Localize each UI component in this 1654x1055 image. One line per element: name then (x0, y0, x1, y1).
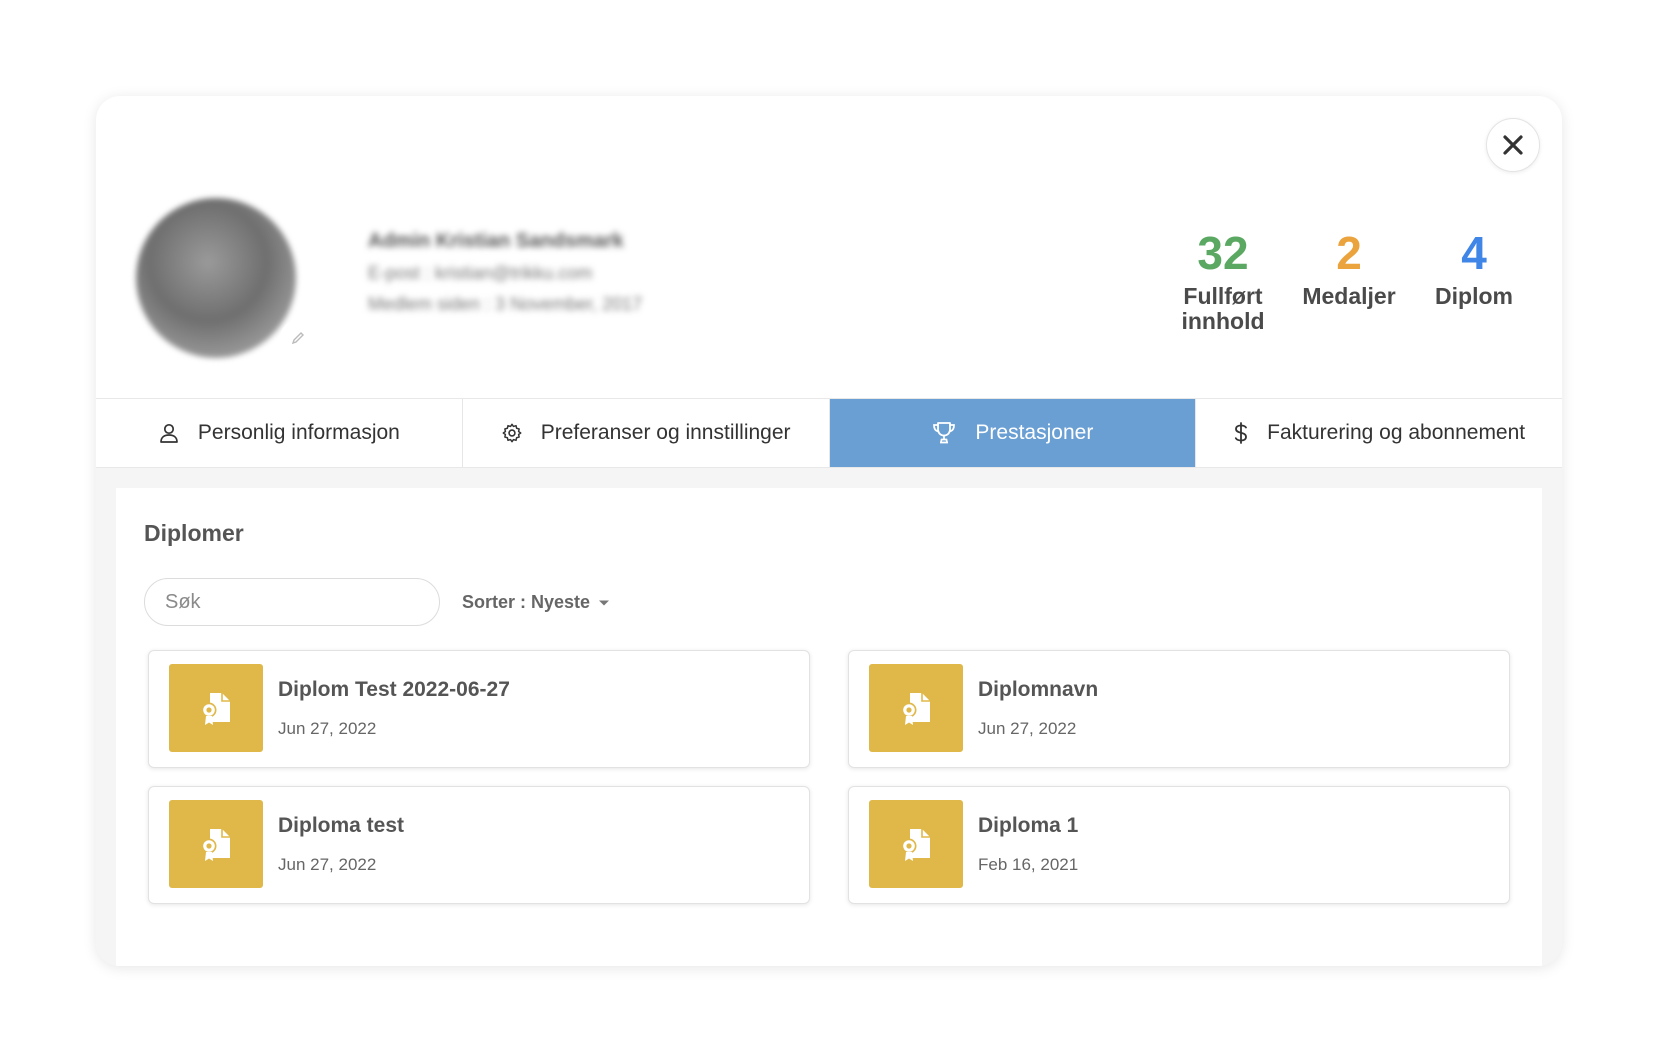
certificate-icon (201, 829, 230, 861)
stat-completed-content: 32 Fullført innhold (1176, 226, 1270, 334)
diploma-thumbnail (869, 800, 963, 888)
sort-label: Sorter : Nyeste (462, 592, 591, 612)
achievements-panel: Diplomer Sorter : Nyeste (96, 468, 1562, 966)
user-name-redacted: Admin Kristian Sandsmark (368, 230, 624, 252)
stat-label: Fullført innhold (1181, 283, 1265, 334)
avatar (136, 198, 296, 358)
profile-modal: Admin Kristian Sandsmark E-post : kristi… (96, 96, 1562, 966)
search-box (144, 578, 440, 626)
diploma-name: Diplom Test 2022-06-27 (278, 678, 510, 701)
diploma-thumbnail (869, 664, 963, 752)
diploma-thumbnail (169, 800, 263, 888)
user-email-redacted: E-post : kristian@trikku.com (368, 263, 593, 283)
tab-preferences[interactable]: Preferanser og innstillinger (462, 399, 830, 467)
diploma-thumbnail (169, 664, 263, 752)
section-title: Diplomer (144, 520, 244, 546)
gear-icon (502, 423, 522, 443)
tab-label: Personlig informasjon (197, 421, 400, 444)
stat-medals: 2 Medaljer (1296, 226, 1402, 334)
tab-personal-info[interactable]: Personlig informasjon (96, 399, 463, 467)
diplomas-section: Diplomer Sorter : Nyeste (116, 488, 1542, 966)
user-member-since-redacted: Medlem siden : 3 November, 2017 (368, 294, 643, 314)
tab-label: Fakturering og abonnement (1267, 421, 1526, 444)
diploma-name: Diploma test (278, 814, 405, 837)
caret-down-icon (599, 600, 610, 605)
search-input[interactable] (165, 590, 430, 614)
pencil-icon (291, 332, 304, 345)
trophy-icon (933, 422, 956, 444)
diploma-date: Jun 27, 2022 (278, 855, 377, 874)
diploma-date: Jun 27, 2022 (278, 719, 377, 738)
sort-dropdown[interactable]: Sorter : Nyeste (462, 592, 610, 613)
certificate-icon (901, 693, 930, 725)
certificate-icon (201, 693, 230, 725)
stat-value: 32 (1197, 227, 1249, 279)
dollar-icon (1235, 422, 1248, 444)
avatar-edit-button[interactable] (280, 320, 316, 356)
diploma-card[interactable]: Diploma 1 Feb 16, 2021 (848, 786, 1510, 904)
stat-diplomas: 4 Diplom (1428, 226, 1520, 334)
stats: 32 Fullført innhold 2 Medaljer 4 Diplom (1176, 226, 1520, 334)
tab-billing[interactable]: Fakturering og abonnement (1196, 399, 1562, 467)
tab-achievements[interactable]: Prestasjoner (829, 399, 1197, 467)
x-icon (1503, 135, 1523, 155)
diploma-name: Diplomnavn (978, 678, 1099, 701)
stat-label: Diplom (1435, 283, 1513, 309)
diploma-date: Jun 27, 2022 (978, 719, 1077, 738)
certificate-icon (901, 829, 930, 861)
tab-label: Preferanser og innstillinger (540, 421, 791, 444)
tab-label: Prestasjoner (975, 421, 1094, 444)
user-info-redacted: Admin Kristian Sandsmark E-post : kristi… (368, 230, 642, 325)
stat-label: Medaljer (1302, 283, 1396, 309)
user-icon (160, 423, 178, 443)
close-button[interactable] (1486, 118, 1540, 172)
diploma-card[interactable]: Diploma test Jun 27, 2022 (148, 786, 810, 904)
diploma-name: Diploma 1 (978, 814, 1079, 837)
diploma-date: Feb 16, 2021 (978, 855, 1079, 874)
profile-tabs: Personlig informasjon Preferanser og inn… (96, 398, 1562, 468)
stat-value: 2 (1336, 227, 1362, 279)
stat-value: 4 (1461, 227, 1487, 279)
diploma-card[interactable]: Diplom Test 2022-06-27 Jun 27, 2022 (148, 650, 810, 768)
diploma-card[interactable]: Diplomnavn Jun 27, 2022 (848, 650, 1510, 768)
